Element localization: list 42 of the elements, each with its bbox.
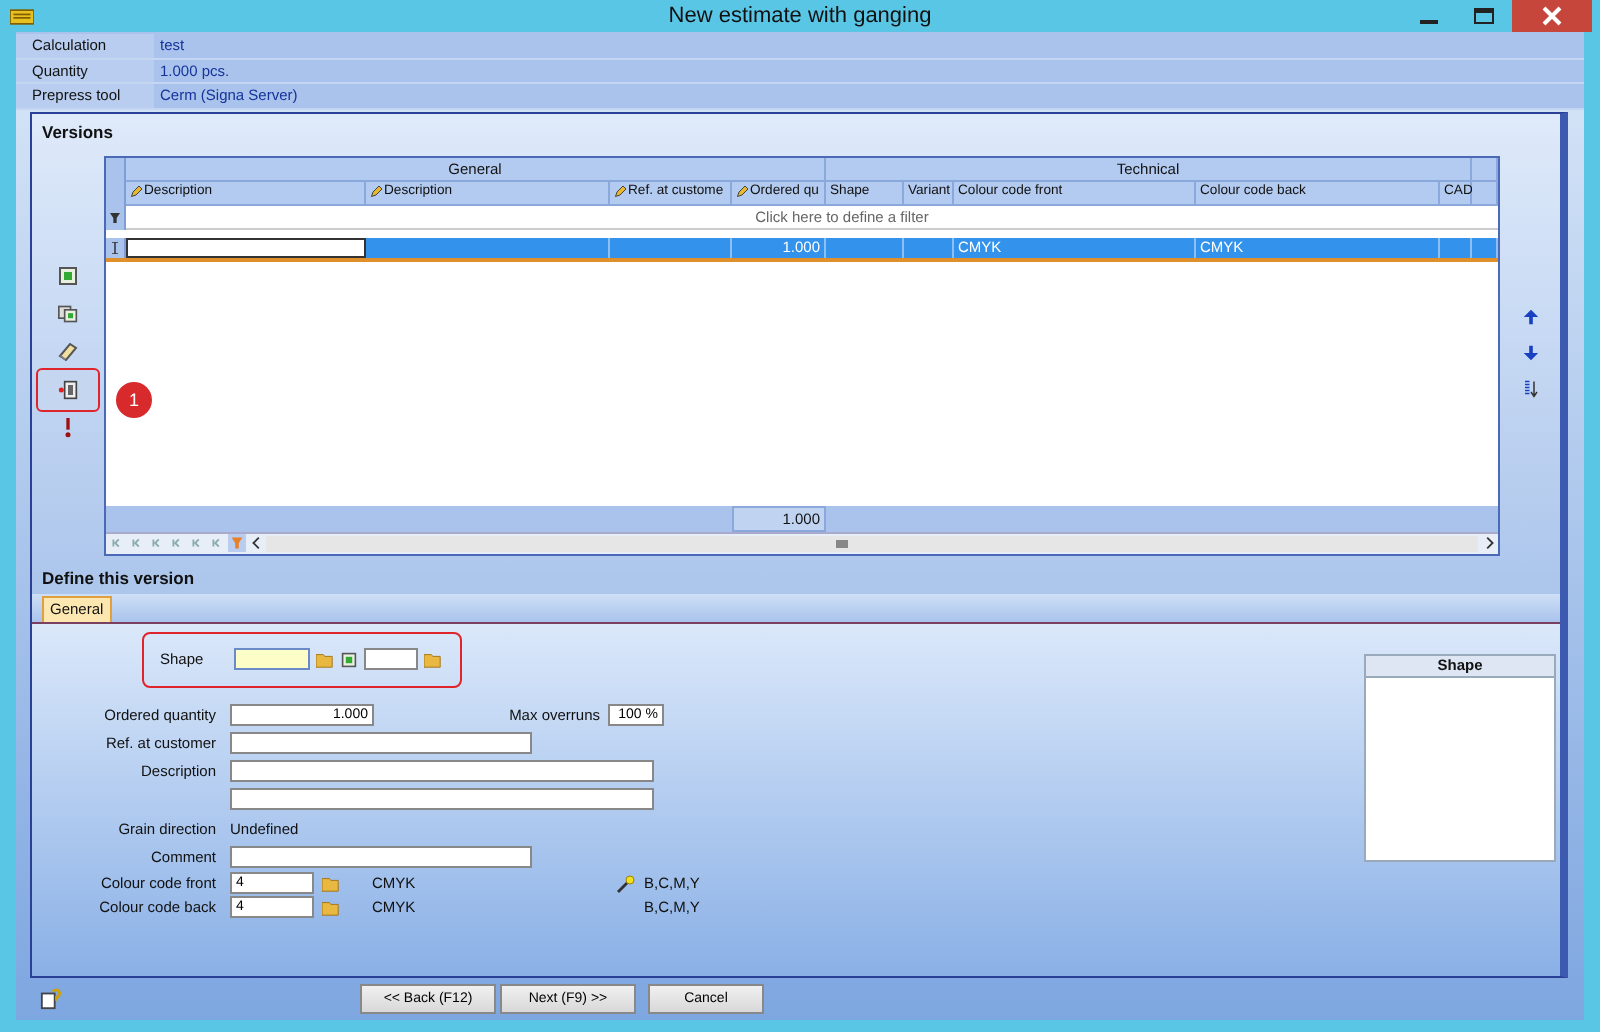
- window-title: New estimate with ganging: [668, 4, 932, 28]
- eraser-icon: [58, 341, 78, 361]
- table-cell: [826, 237, 904, 257]
- scroll-thumb[interactable]: [835, 539, 848, 547]
- row-filler: [1472, 237, 1498, 257]
- toolbar-button[interactable]: [36, 367, 100, 411]
- section-title: Define this version: [40, 565, 197, 591]
- folder-icon[interactable]: [423, 651, 442, 667]
- row-marker: [106, 157, 126, 181]
- input-field[interactable]: [230, 732, 532, 754]
- sheet-icon[interactable]: [339, 651, 358, 667]
- edit-cursor-icon: [110, 241, 120, 253]
- pencil-icon: [614, 186, 626, 198]
- magic-wand-icon[interactable]: [616, 873, 636, 893]
- pencil-icon: [736, 186, 748, 198]
- help-icon[interactable]: [40, 987, 62, 1010]
- filter-icon: [110, 211, 120, 223]
- input-field[interactable]: [363, 648, 418, 670]
- toolbar-button[interactable]: [56, 301, 80, 325]
- table-cell: [610, 237, 732, 257]
- move-up-icon[interactable]: [1521, 307, 1539, 325]
- table-cell: [904, 237, 954, 257]
- pencil-icon: [370, 186, 382, 198]
- sort-icon[interactable]: [1521, 379, 1539, 397]
- toolbar-button[interactable]: [56, 339, 80, 363]
- sheet-icon: [58, 265, 78, 285]
- toolbar-button[interactable]: [56, 263, 80, 287]
- copy-icon: [58, 303, 78, 323]
- pencil-icon: [130, 186, 142, 198]
- horizontal-scrollbar[interactable]: [266, 535, 1478, 551]
- folder-icon[interactable]: [315, 651, 334, 667]
- header-filler: [1472, 181, 1498, 205]
- table-cell: [1440, 237, 1472, 257]
- close-button[interactable]: [1512, 0, 1592, 32]
- input-field[interactable]: [233, 648, 310, 670]
- header-filler: [1472, 157, 1498, 181]
- section-title: Versions: [40, 119, 115, 145]
- move-down-icon[interactable]: [1521, 343, 1539, 361]
- input-field[interactable]: [230, 760, 654, 782]
- input-field[interactable]: [230, 846, 532, 868]
- input-field[interactable]: [230, 788, 654, 810]
- app-icon: [10, 7, 34, 25]
